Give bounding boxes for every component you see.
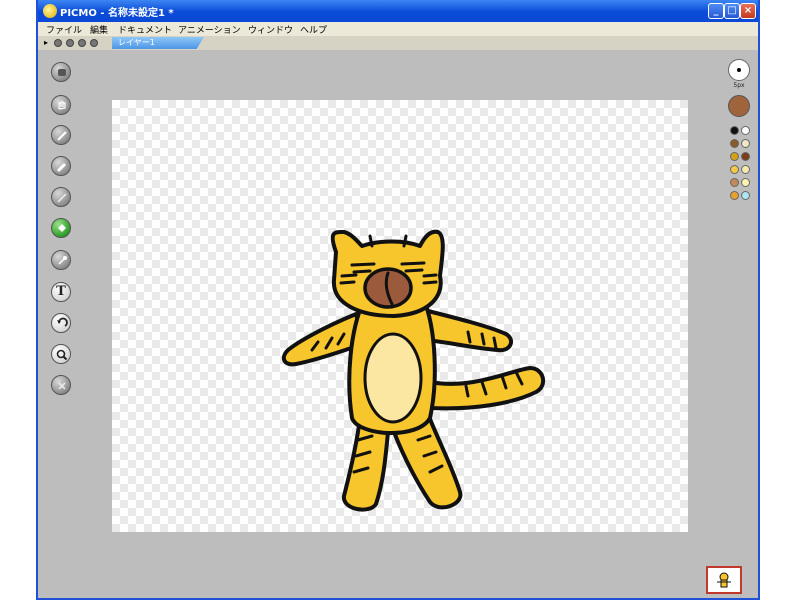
menu-animation[interactable]: アニメーション — [178, 23, 241, 36]
brush-size-dot — [737, 68, 741, 72]
pan-tool[interactable] — [51, 95, 71, 115]
palette-swatch[interactable] — [730, 139, 739, 148]
palette-swatch[interactable] — [730, 165, 739, 174]
palette-swatch[interactable] — [730, 178, 739, 187]
title-bar[interactable]: PICMO - 名称未設定1 * _ □ × — [38, 0, 758, 22]
zoom-icon — [56, 349, 68, 361]
window-title: PICMO - 名称未設定1 * — [60, 8, 174, 19]
pencil-icon — [57, 131, 67, 141]
frame-thumbnail[interactable] — [706, 566, 742, 594]
zoom-tool[interactable] — [51, 344, 71, 364]
fill-icon — [58, 224, 66, 232]
palette-swatch[interactable] — [730, 191, 739, 200]
frame-add-icon[interactable] — [66, 39, 74, 47]
menu-window[interactable]: ウィンドウ — [248, 23, 293, 36]
fill-tool[interactable] — [51, 218, 71, 238]
tiger-thumbnail-icon — [717, 572, 731, 588]
undo-tool[interactable] — [51, 313, 71, 333]
close-button[interactable]: × — [740, 3, 756, 19]
maximize-button[interactable]: □ — [724, 3, 740, 19]
hand-icon — [58, 69, 66, 76]
palette-swatch[interactable] — [741, 178, 750, 187]
tiger-drawing — [281, 229, 546, 512]
frame-next-icon[interactable] — [90, 39, 98, 47]
eraser-tool[interactable] — [51, 187, 71, 207]
pan-icon — [58, 101, 66, 110]
menu-help[interactable]: ヘルプ — [300, 23, 327, 36]
app-window: PICMO - 名称未設定1 * _ □ × ファイル 編集 ドキュメント アニ… — [36, 0, 760, 600]
palette-swatch[interactable] — [741, 165, 750, 174]
brush-size-label: 5px — [733, 82, 745, 89]
frame-delete-icon[interactable] — [78, 39, 86, 47]
text-icon: T — [56, 284, 66, 299]
menu-file[interactable]: ファイル — [46, 23, 82, 36]
clear-tool[interactable] — [51, 375, 71, 395]
menu-document[interactable]: ドキュメント — [118, 23, 172, 36]
minimize-button[interactable]: _ — [708, 3, 724, 19]
palette-swatch[interactable] — [741, 191, 750, 200]
text-tool[interactable]: T — [51, 282, 71, 302]
app-icon — [43, 4, 57, 18]
palette-swatch[interactable] — [730, 126, 739, 135]
brush-tool[interactable] — [51, 156, 71, 176]
play-icon[interactable]: ▸ — [44, 38, 48, 47]
hand-tool[interactable] — [51, 62, 71, 82]
tab-layer-1[interactable]: レイヤー1 — [112, 37, 204, 49]
palette-swatch[interactable] — [741, 139, 750, 148]
brush-icon — [56, 162, 67, 173]
clear-icon — [58, 382, 66, 390]
pencil-tool[interactable] — [51, 125, 71, 145]
menu-edit[interactable]: 編集 — [90, 23, 108, 36]
eyedropper-icon — [58, 256, 67, 265]
drawing-canvas[interactable] — [112, 100, 688, 532]
eyedropper-tool[interactable] — [51, 250, 71, 270]
brush-size-selector[interactable] — [728, 59, 750, 81]
menu-bar: ファイル 編集 ドキュメント アニメーション ウィンドウ ヘルプ — [38, 22, 758, 36]
palette-swatch[interactable] — [730, 152, 739, 161]
current-color-swatch[interactable] — [728, 95, 750, 117]
layer-bar: ▸ レイヤー1 — [38, 36, 758, 50]
eraser-icon — [57, 193, 67, 203]
palette-swatch[interactable] — [741, 152, 750, 161]
undo-icon — [57, 317, 68, 327]
palette-swatch[interactable] — [741, 126, 750, 135]
frame-prev-icon[interactable] — [54, 39, 62, 47]
